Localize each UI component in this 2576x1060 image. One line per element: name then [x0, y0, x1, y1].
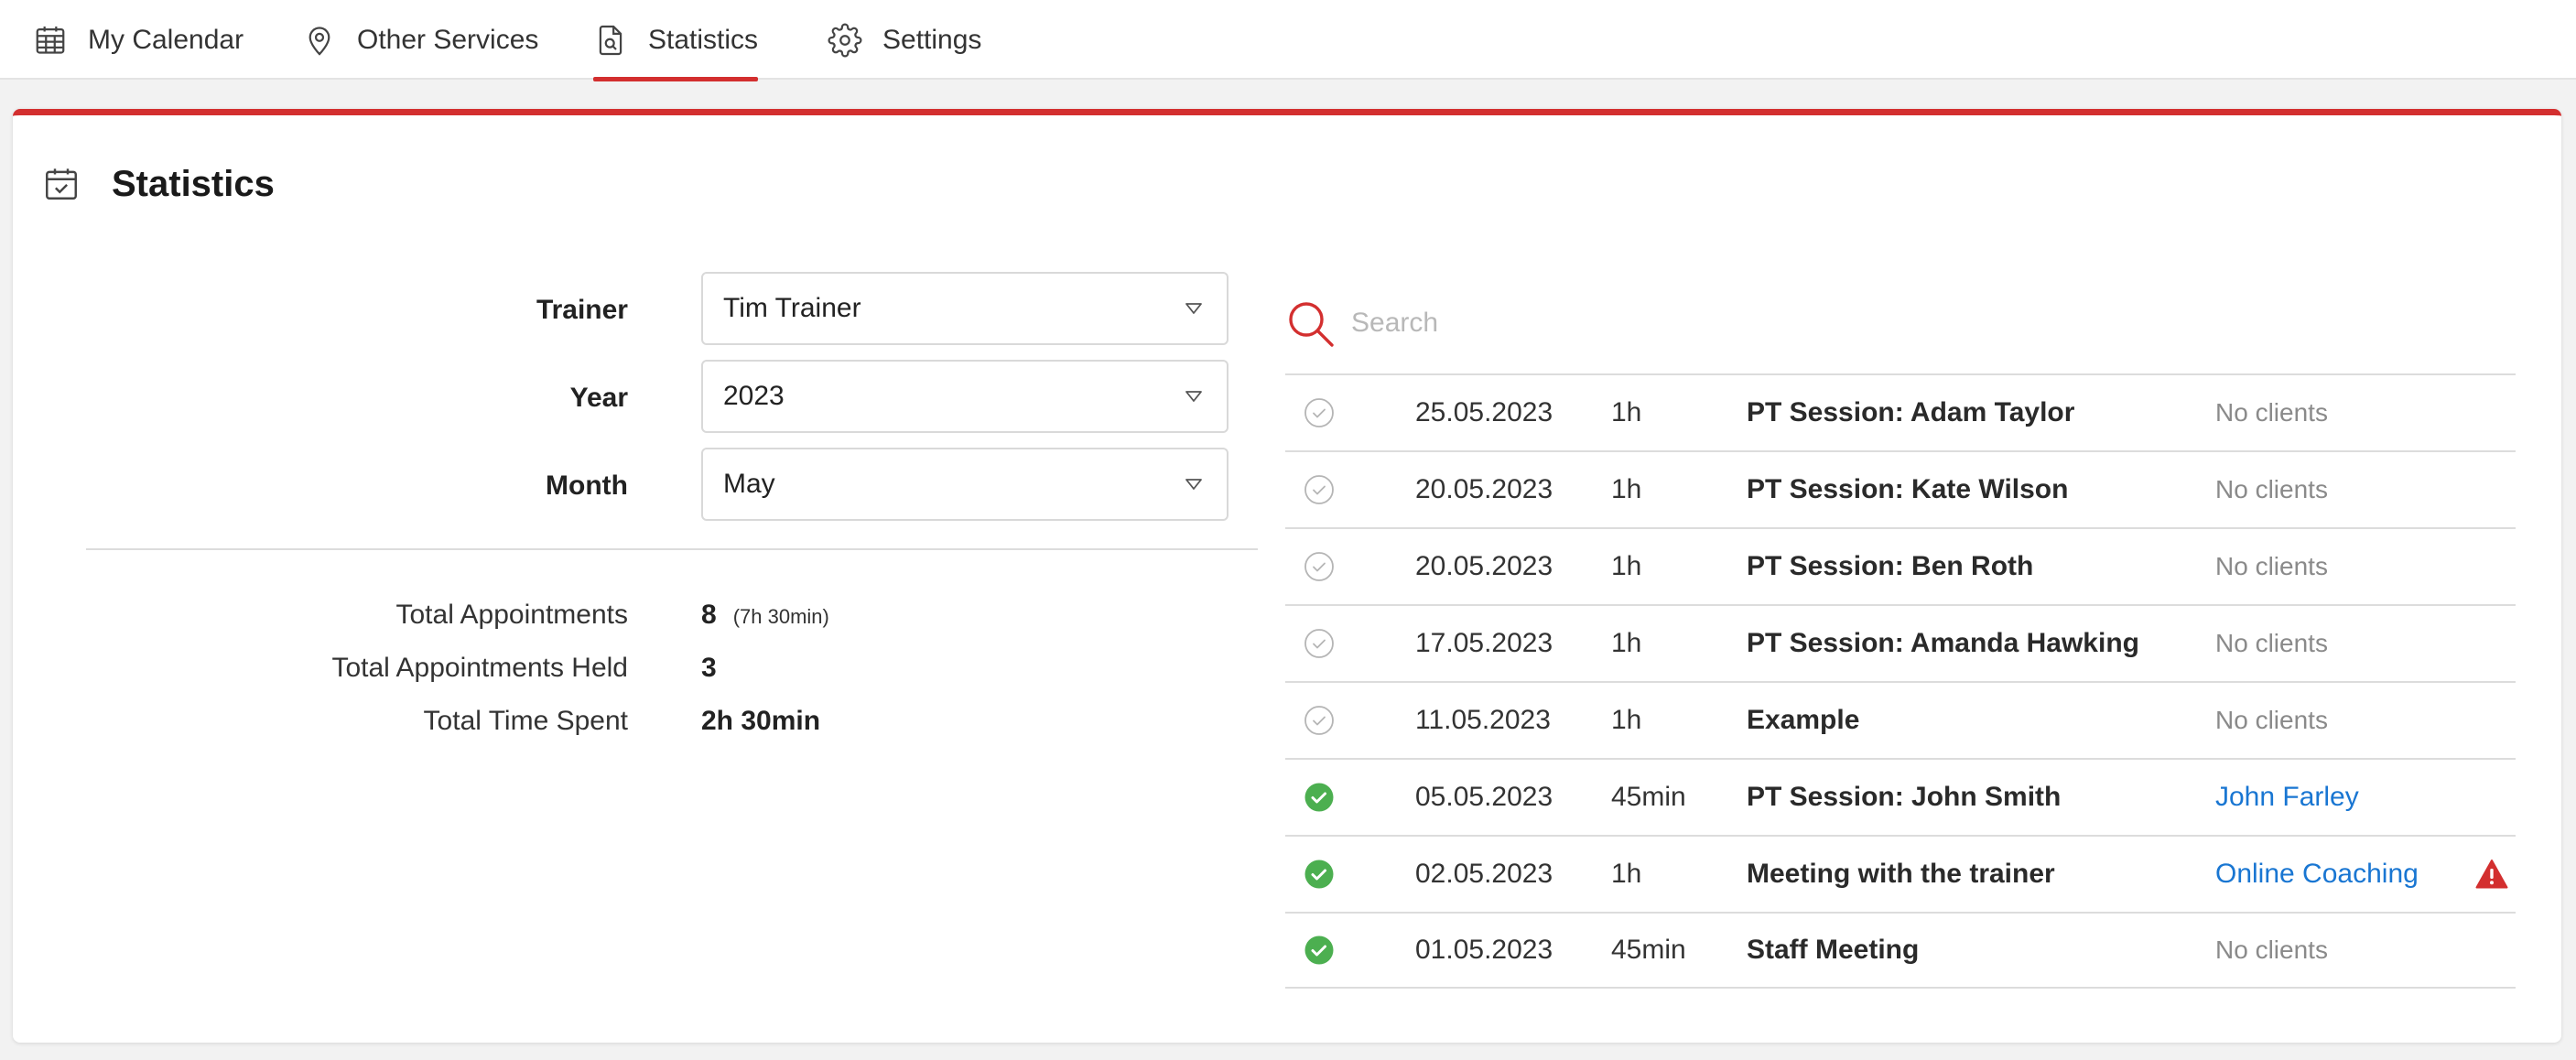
total-appointments-value: 8 (7h 30min)	[701, 600, 829, 631]
appointment-client: No clients	[2215, 552, 2328, 580]
appointment-duration: 1h	[1611, 397, 1642, 427]
tab-label: Settings	[882, 24, 982, 55]
year-select-value: 2023	[723, 381, 785, 411]
gear-icon	[828, 23, 862, 57]
page-title: Statistics	[112, 163, 275, 204]
status-pending-icon	[1304, 475, 1334, 504]
table-row[interactable]: 20.05.2023 1h PT Session: Kate Wilson No…	[1285, 450, 2516, 527]
appointment-duration: 45min	[1611, 782, 1686, 812]
status-done-icon	[1304, 783, 1334, 812]
location-pin-icon	[308, 27, 330, 56]
search-icon	[1289, 302, 1334, 347]
appointment-title: PT Session: Ben Roth	[1747, 551, 2034, 581]
calendar-icon	[36, 26, 65, 54]
top-navigation: My Calendar Other Services Statistics Se…	[0, 0, 2576, 81]
appointment-date: 17.05.2023	[1415, 628, 1553, 658]
tab-label: My Calendar	[88, 24, 244, 55]
status-pending-icon	[1304, 398, 1334, 427]
appointment-date: 20.05.2023	[1415, 474, 1553, 504]
appointment-date: 01.05.2023	[1415, 935, 1553, 965]
appointment-client: No clients	[2215, 398, 2328, 427]
total-appointments-duration: (7h 30min)	[732, 605, 829, 628]
tab-settings[interactable]: Settings	[828, 0, 981, 80]
status-done-icon	[1304, 936, 1334, 965]
appointment-duration: 1h	[1611, 551, 1642, 581]
statistics-card: Statistics Trainer Tim Trainer Year 2023…	[13, 109, 2561, 1043]
total-appointments-label: Total Appointments	[395, 600, 629, 630]
appointment-client-link[interactable]: John Farley	[2215, 782, 2359, 813]
chevron-down-icon	[1185, 479, 1202, 490]
appointment-client-link[interactable]: Online Coaching	[2215, 859, 2419, 890]
appointment-title: PT Session: John Smith	[1747, 782, 2062, 812]
appointment-duration: 1h	[1611, 474, 1642, 504]
table-row[interactable]: 11.05.2023 1h Example No clients	[1285, 681, 2516, 758]
chevron-down-icon	[1185, 391, 1202, 402]
status-pending-icon	[1304, 552, 1334, 581]
status-done-icon	[1304, 860, 1334, 889]
tab-label: Statistics	[648, 24, 759, 55]
table-row[interactable]: 25.05.2023 1h PT Session: Adam Taylor No…	[1285, 373, 2516, 450]
appointment-title: Meeting with the trainer	[1747, 859, 2055, 889]
search-input[interactable]	[1351, 298, 2541, 348]
appointment-title: Staff Meeting	[1747, 935, 1920, 965]
chevron-down-icon	[1185, 303, 1202, 314]
appointment-client: No clients	[2215, 629, 2328, 657]
appointment-client: No clients	[2215, 936, 2328, 964]
appointment-title: PT Session: Amanda Hawking	[1747, 628, 2139, 658]
document-search-icon	[599, 25, 622, 55]
tab-statistics[interactable]: Statistics	[593, 0, 759, 81]
appointment-date: 05.05.2023	[1415, 782, 1553, 812]
year-select[interactable]: 2023	[701, 360, 1228, 433]
appointment-client: No clients	[2215, 706, 2328, 734]
total-held-value: 3	[701, 653, 717, 683]
appointment-duration: 1h	[1611, 859, 1642, 889]
appointment-date: 02.05.2023	[1415, 859, 1553, 889]
appointment-duration: 1h	[1611, 705, 1642, 735]
table-row[interactable]: 20.05.2023 1h PT Session: Ben Roth No cl…	[1285, 527, 2516, 604]
total-time-label: Total Time Spent	[423, 706, 628, 736]
month-select-value: May	[723, 469, 775, 499]
appointment-date: 20.05.2023	[1415, 551, 1553, 581]
trainer-select-value: Tim Trainer	[723, 293, 861, 323]
month-select[interactable]: May	[701, 448, 1228, 521]
table-row[interactable]: 02.05.2023 1h Meeting with the trainer O…	[1285, 835, 2516, 912]
appointment-client: No clients	[2215, 475, 2328, 503]
calendar-check-icon	[46, 168, 77, 200]
appointment-title: Example	[1747, 705, 1860, 735]
trainer-label: Trainer	[536, 295, 628, 325]
divider	[86, 548, 1258, 550]
appointment-date: 11.05.2023	[1415, 705, 1551, 735]
trainer-select[interactable]: Tim Trainer	[701, 272, 1228, 345]
total-time-value: 2h 30min	[701, 706, 821, 736]
appointment-title: PT Session: Kate Wilson	[1747, 474, 2069, 504]
appointment-list: 25.05.2023 1h PT Session: Adam Taylor No…	[1285, 373, 2516, 989]
total-appointments-count: 8	[701, 600, 717, 630]
table-row[interactable]: 01.05.2023 45min Staff Meeting No client…	[1285, 912, 2516, 989]
year-label: Year	[569, 383, 628, 413]
tab-label: Other Services	[357, 24, 539, 55]
table-row[interactable]: 05.05.2023 45min PT Session: John Smith …	[1285, 758, 2516, 835]
tab-my-calendar[interactable]: My Calendar	[33, 0, 244, 80]
appointment-duration: 45min	[1611, 935, 1686, 965]
month-label: Month	[546, 471, 628, 501]
total-held-label: Total Appointments Held	[331, 653, 628, 683]
status-pending-icon	[1304, 629, 1334, 658]
appointment-duration: 1h	[1611, 628, 1642, 658]
appointment-date: 25.05.2023	[1415, 397, 1553, 427]
table-row[interactable]: 17.05.2023 1h PT Session: Amanda Hawking…	[1285, 604, 2516, 681]
appointment-title: PT Session: Adam Taylor	[1747, 397, 2075, 427]
tab-other-services[interactable]: Other Services	[302, 0, 538, 80]
warning-icon[interactable]	[2475, 859, 2508, 890]
status-pending-icon	[1304, 706, 1334, 735]
card-header: Statistics	[42, 161, 275, 207]
